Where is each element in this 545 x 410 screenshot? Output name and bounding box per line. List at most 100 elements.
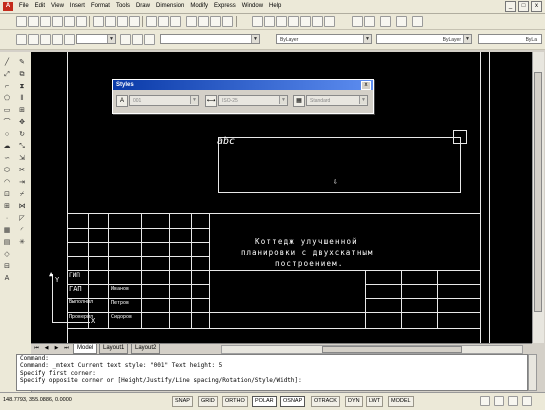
command-line-window[interactable]: Command: Command: _mtext Current text st…	[16, 354, 528, 391]
paste-icon[interactable]	[117, 16, 128, 27]
ellipse-arc-icon[interactable]: ◠	[2, 178, 12, 187]
multiline-style-icon[interactable]	[412, 16, 423, 27]
gradient-icon[interactable]: ▤	[2, 238, 12, 247]
tab-model[interactable]: Model	[73, 344, 98, 354]
polygon-icon[interactable]: ⬠	[2, 94, 12, 103]
menu-dimension[interactable]: Dimension	[153, 0, 187, 13]
zoom-realtime-icon[interactable]	[198, 16, 209, 27]
rectangle-icon[interactable]: ▭	[2, 106, 12, 115]
publish-icon[interactable]	[76, 16, 87, 27]
app-logo-icon[interactable]: A	[3, 2, 13, 11]
clean-screen-icon[interactable]	[508, 396, 518, 406]
vertical-scrollbar-thumb[interactable]	[534, 72, 542, 312]
snap-toggle[interactable]: SNAP	[172, 396, 193, 407]
text-style-icon[interactable]: A	[116, 95, 128, 107]
plot-icon[interactable]	[52, 16, 63, 27]
array-icon[interactable]: ⊞	[17, 106, 27, 115]
status-menu-icon[interactable]	[522, 396, 532, 406]
insert-block-icon[interactable]: ⊡	[2, 190, 12, 199]
zoom-window-icon[interactable]	[210, 16, 221, 27]
lineweight-combo[interactable]: ByLa	[478, 34, 542, 44]
tab-last-icon[interactable]: ⏭	[63, 345, 70, 352]
styles-close-button[interactable]: x	[361, 81, 371, 90]
make-block-icon[interactable]: ⊞	[2, 202, 12, 211]
text-style-icon[interactable]	[380, 16, 391, 27]
design-center-icon[interactable]	[264, 16, 275, 27]
lock-icon[interactable]	[494, 396, 504, 406]
pan-icon[interactable]	[186, 16, 197, 27]
markup-icon[interactable]	[300, 16, 311, 27]
copy-object-icon[interactable]: ⧉	[17, 70, 27, 79]
menu-draw[interactable]: Draw	[133, 0, 153, 13]
dyn-toggle[interactable]: DYN	[345, 396, 363, 407]
menu-file[interactable]: File	[16, 0, 32, 13]
help-icon[interactable]	[324, 16, 335, 27]
construction-line-icon[interactable]: ⤢	[2, 70, 12, 79]
dim-style-combo[interactable]: ISO-25 ▼	[218, 95, 288, 106]
command-prompt-line[interactable]: Specify opposite corner or [Height/Justi…	[20, 377, 527, 384]
menu-help[interactable]: Help	[266, 0, 284, 13]
styles-palette-title[interactable]: Styles	[113, 80, 373, 90]
block-editor-icon[interactable]	[146, 16, 157, 27]
tab-layout2[interactable]: Layout2	[131, 344, 161, 354]
copy-icon[interactable]	[105, 16, 116, 27]
dim-style-icon[interactable]: ⟷	[205, 95, 217, 107]
linetype-combo[interactable]: ByLayer ▼	[376, 34, 472, 44]
osnap-toggle[interactable]: OSNAP	[280, 396, 306, 407]
menu-modify[interactable]: Modify	[187, 0, 211, 13]
table-style-icon[interactable]: ▦	[293, 95, 305, 107]
hatch-icon[interactable]: ▦	[2, 226, 12, 235]
layer-manager-icon[interactable]	[16, 34, 27, 45]
rotate-icon[interactable]: ↻	[17, 130, 27, 139]
layer-combo-bylayer[interactable]: ByLayer ▼	[276, 34, 372, 44]
layer-previous-icon[interactable]	[132, 34, 143, 45]
chamfer-icon[interactable]: ◸	[17, 214, 27, 223]
layer-combo[interactable]: ▼	[76, 34, 116, 44]
zoom-previous-icon[interactable]	[222, 16, 233, 27]
spline-icon[interactable]: ∽	[2, 154, 12, 163]
scale-icon[interactable]: ⤡	[17, 142, 27, 151]
doc-minimize-button[interactable]: _	[505, 1, 516, 12]
trim-icon[interactable]: ✂	[17, 166, 27, 175]
lwt-toggle[interactable]: LWT	[366, 396, 384, 407]
model-paper-toggle[interactable]: MODEL	[388, 396, 414, 407]
mirror-icon[interactable]: ⧗	[17, 82, 27, 91]
explode-icon[interactable]: ✳	[17, 238, 27, 247]
quickcalc-icon[interactable]	[312, 16, 323, 27]
style-icon[interactable]	[352, 16, 363, 27]
menu-tools[interactable]: Tools	[113, 0, 133, 13]
stretch-icon[interactable]: ⇲	[17, 154, 27, 163]
arc-icon[interactable]: ⌒	[2, 118, 12, 127]
tab-first-icon[interactable]: ⏮	[33, 345, 40, 352]
revcloud-icon[interactable]: ☁	[2, 142, 12, 151]
doc-restore-button[interactable]: □	[518, 1, 529, 12]
undo-icon[interactable]	[158, 16, 169, 27]
layer-color-icon[interactable]	[52, 34, 63, 45]
command-scrollbar[interactable]	[528, 354, 537, 391]
menu-window[interactable]: Window	[239, 0, 266, 13]
new-icon[interactable]	[16, 16, 27, 27]
sheet-set-icon[interactable]	[288, 16, 299, 27]
tab-layout1[interactable]: Layout1	[99, 344, 129, 354]
open-icon[interactable]	[28, 16, 39, 27]
dimstyle-icon[interactable]	[364, 16, 375, 27]
coordinates-readout[interactable]: 148.7793, 355.0886, 0.0000	[3, 396, 72, 405]
doc-close-button[interactable]: x	[531, 1, 542, 12]
tool-palettes-icon[interactable]	[276, 16, 287, 27]
table-style-icon[interactable]	[396, 16, 407, 27]
layer-freeze-icon[interactable]	[40, 34, 51, 45]
layer-lock-icon[interactable]	[64, 34, 75, 45]
polar-toggle[interactable]: POLAR	[252, 396, 277, 407]
table-style-combo[interactable]: Standard ▼	[306, 95, 368, 106]
circle-icon[interactable]: ○	[2, 130, 12, 139]
ellipse-icon[interactable]: ⬭	[2, 166, 12, 175]
break-icon[interactable]: ⌿	[17, 190, 27, 199]
region-icon[interactable]: ◇	[2, 250, 12, 259]
move-icon[interactable]: ✥	[17, 118, 27, 127]
layer-states-icon[interactable]	[144, 34, 155, 45]
menu-format[interactable]: Format	[88, 0, 113, 13]
tab-prev-icon[interactable]: ◀	[43, 345, 50, 352]
cut-icon[interactable]	[93, 16, 104, 27]
vertical-scrollbar[interactable]	[532, 52, 544, 343]
join-icon[interactable]: ⋈	[17, 202, 27, 211]
